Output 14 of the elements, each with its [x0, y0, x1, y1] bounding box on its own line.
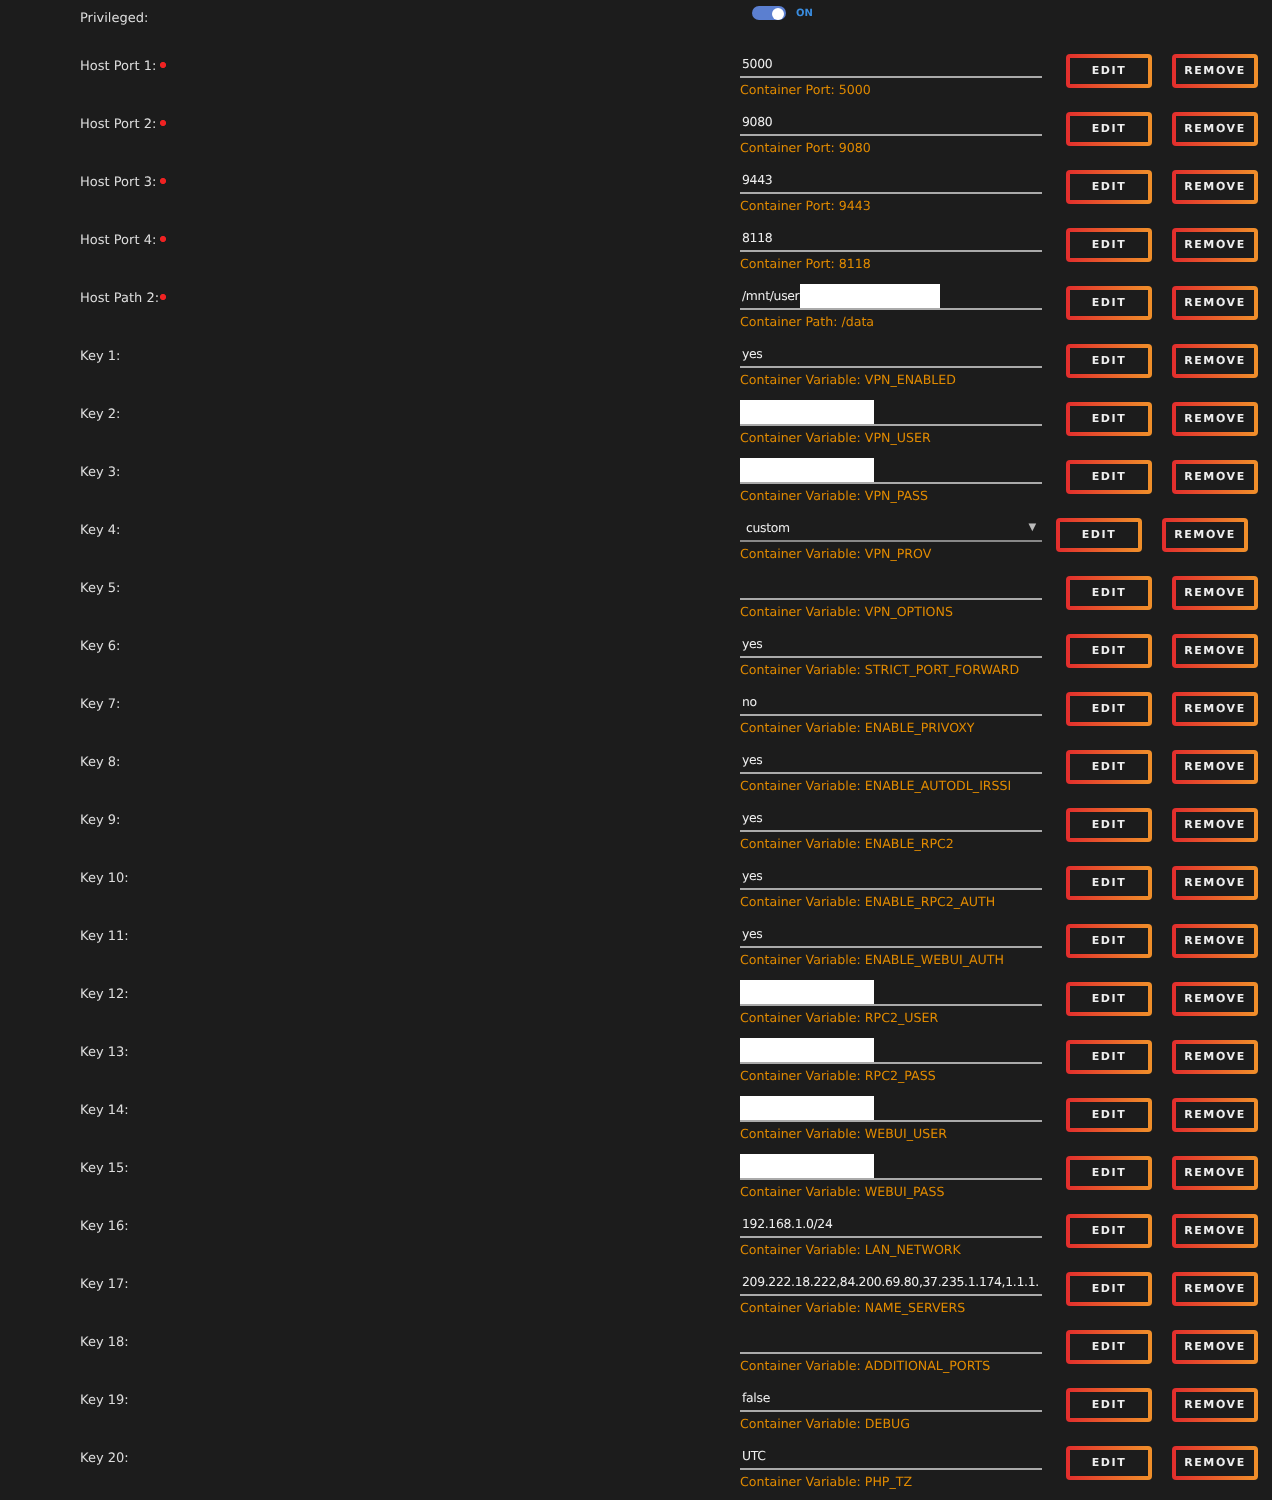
- redaction-block: [740, 980, 874, 1003]
- input-field[interactable]: [740, 1038, 1042, 1064]
- input-field[interactable]: [740, 400, 1042, 426]
- redaction-block: [740, 1096, 874, 1119]
- input-field[interactable]: [740, 458, 1042, 484]
- input-field[interactable]: [740, 1096, 1042, 1122]
- redaction-block: [740, 1038, 874, 1061]
- redaction-block: [740, 400, 874, 423]
- redaction-block: [740, 1154, 874, 1177]
- input-field[interactable]: [740, 980, 1042, 1006]
- redaction-block: [740, 458, 874, 481]
- toggle-switch[interactable]: [752, 6, 786, 20]
- input-field[interactable]: [740, 1154, 1042, 1180]
- redaction-block: [799, 284, 940, 307]
